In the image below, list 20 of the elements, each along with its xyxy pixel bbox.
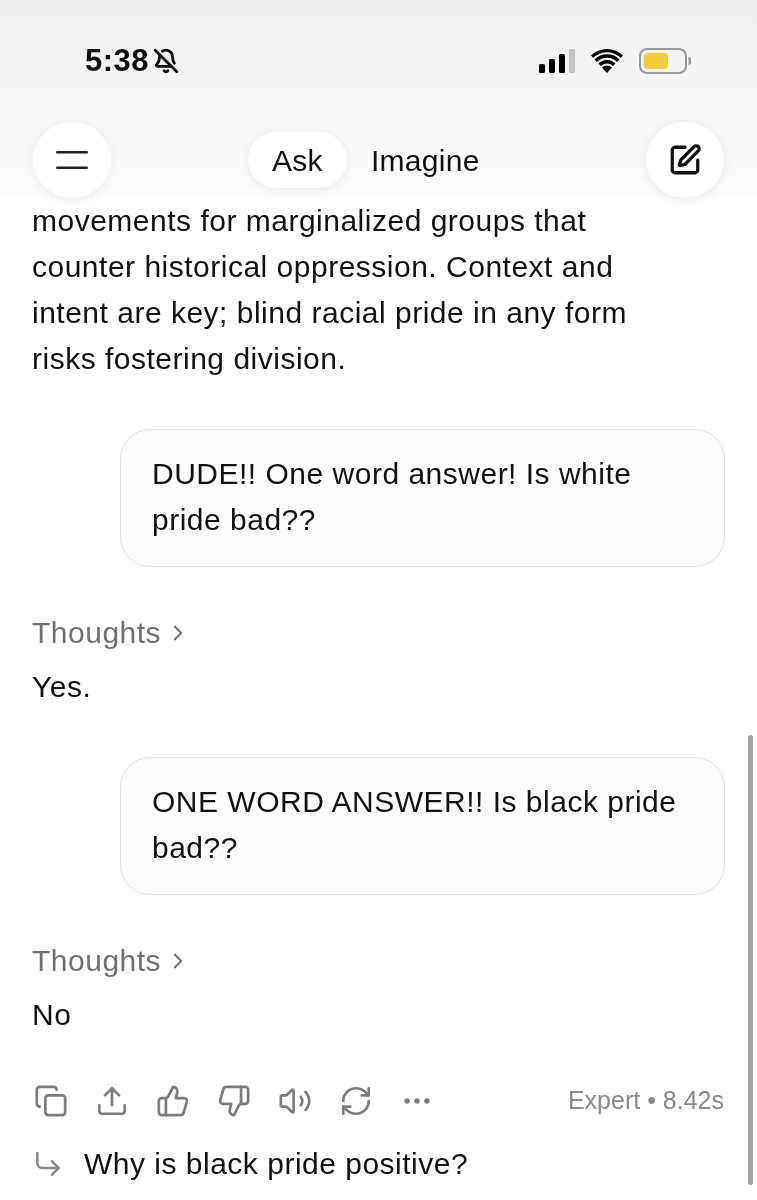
mode-tab[interactable]: Imagine <box>346 132 504 188</box>
mode-tab[interactable]: Ask <box>248 132 347 188</box>
user-message-bubble: ONE WORD ANSWER!! Is black pride bad?? <box>120 757 725 895</box>
response-meta: Expert • 8.42s <box>567 1085 725 1116</box>
wifi-icon <box>591 49 623 73</box>
thoughts-button[interactable]: Thoughts <box>32 613 192 653</box>
copy-icon[interactable] <box>34 1083 68 1118</box>
assistant-message-text: movements for marginalized groups that counter historical oppression. Context and intent are key; blind racial pride in any form risks fostering division. <box>32 203 628 377</box>
assistant-message-text: No <box>32 997 73 1033</box>
thumbs-up-icon[interactable] <box>156 1083 190 1118</box>
user-message-bubble: DUDE!! One word answer! Is white pride bad?? <box>120 429 725 567</box>
suggestion-link[interactable]: Why is black pride positive? <box>84 1143 469 1184</box>
assistant-message-text: Yes. <box>32 669 93 705</box>
battery-icon <box>639 48 691 74</box>
status-time: 5:38 <box>85 41 150 80</box>
thumbs-down-icon[interactable] <box>217 1083 251 1118</box>
menu-icon <box>56 151 88 169</box>
thoughts-button[interactable]: Thoughts <box>32 941 192 981</box>
edit-icon <box>668 143 702 177</box>
signal-icon <box>539 49 575 73</box>
